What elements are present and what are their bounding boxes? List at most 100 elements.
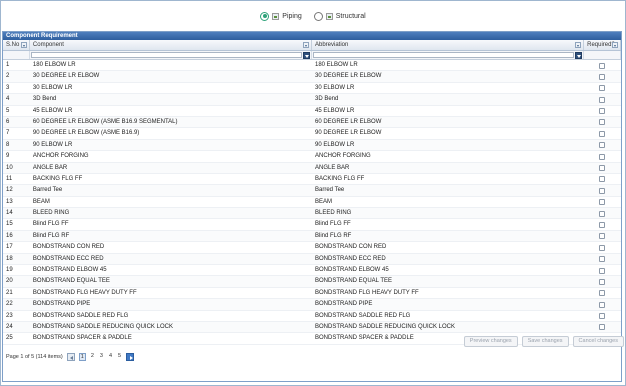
pager: Page 1 of 5 (114 items) 12345 xyxy=(3,352,621,362)
cell-abbreviation: BONDSTRAND SADDLE REDUCING QUICK LOCK xyxy=(315,323,456,330)
page-number-link[interactable]: 5 xyxy=(117,353,122,361)
required-checkbox[interactable] xyxy=(599,119,606,126)
filter-icon[interactable] xyxy=(303,52,310,59)
required-checkbox[interactable] xyxy=(599,130,606,137)
page-number-link[interactable]: 2 xyxy=(90,353,95,361)
table-row[interactable]: 6 60 DEGREE LR ELBOW (ASME B16.9 SEGMENTA… xyxy=(3,116,621,129)
cell-component: 3D Bend xyxy=(32,96,57,103)
chevron-down-icon[interactable] xyxy=(575,42,582,48)
cell-abbreviation: Barred Tee xyxy=(315,187,345,194)
table-row[interactable]: 17 BONDSTRAND CON RED BONDSTRAND CON RED xyxy=(3,242,621,254)
save-changes-button[interactable]: Save changes xyxy=(521,336,569,347)
table-row[interactable]: 18 BONDSTRAND ECC RED BONDSTRAND ECC RED xyxy=(3,253,621,266)
required-checkbox[interactable] xyxy=(599,324,606,331)
table-row[interactable]: 11 BACKING FLG FF BACKING FLG FF xyxy=(3,174,621,186)
required-checkbox[interactable] xyxy=(599,62,606,69)
required-checkbox[interactable] xyxy=(599,73,606,80)
table-row[interactable]: 20 BONDSTRAND EQUAL TEE BONDSTRAND EQUAL T… xyxy=(3,276,621,288)
cell-abbreviation: BONDSTRAND EQUAL TEE xyxy=(315,278,393,285)
cell-sno: 12 xyxy=(6,187,13,194)
table-row[interactable]: 16 Blind FLG RF Blind FLG RF xyxy=(3,230,621,243)
required-checkbox[interactable] xyxy=(599,301,606,308)
next-page-icon[interactable] xyxy=(126,353,135,361)
required-checkbox[interactable] xyxy=(599,165,606,172)
table-row[interactable]: 14 BLEED RING BLEED RING xyxy=(3,208,621,220)
cell-sno: 13 xyxy=(6,198,13,205)
column-header-required[interactable]: Required? xyxy=(584,40,621,50)
cell-component: BONDSTRAND ECC RED xyxy=(32,255,104,262)
page-number-link[interactable]: 1 xyxy=(78,353,86,361)
component-filter-input[interactable] xyxy=(30,52,302,58)
cell-sno: 1 xyxy=(6,62,10,68)
required-checkbox[interactable] xyxy=(599,210,606,217)
grid-header: S.No Component Abbreviation Required? xyxy=(3,40,621,51)
required-checkbox[interactable] xyxy=(599,244,606,251)
table-row[interactable]: 24 BONDSTRAND SADDLE REDUCING QUICK LOCK B… xyxy=(3,321,621,334)
cancel-changes-button[interactable]: Cancel changes xyxy=(572,336,624,347)
required-checkbox[interactable] xyxy=(599,108,606,115)
filter-icon[interactable] xyxy=(575,52,583,59)
required-checkbox[interactable] xyxy=(599,176,606,183)
chevron-down-icon[interactable] xyxy=(303,42,309,48)
chevron-down-icon[interactable] xyxy=(20,42,27,48)
table-row[interactable]: 22 BONDSTRAND PIPE BONDSTRAND PIPE xyxy=(3,299,621,311)
required-checkbox[interactable] xyxy=(599,278,606,285)
filter-cell-component xyxy=(30,51,312,59)
table-row[interactable]: 12 Barred Tee Barred Tee xyxy=(3,185,621,197)
table-row[interactable]: 4 3D Bend 3D Bend xyxy=(3,94,621,106)
table-row[interactable]: 21 BONDSTRAND FLG HEAVY DUTY FF BONDSTRAND… xyxy=(3,288,621,300)
table-row[interactable]: 7 90 DEGREE LR ELBOW (ASME B16.9) 90 DEGRE… xyxy=(3,128,621,140)
column-header-sno[interactable]: S.No xyxy=(3,40,30,50)
cell-component: BLEED RING xyxy=(32,210,70,217)
mode-option-structural[interactable]: Structural xyxy=(313,11,366,21)
cell-sno: 16 xyxy=(6,232,13,239)
required-checkbox[interactable] xyxy=(599,256,606,263)
cell-component: BONDSTRAND FLG HEAVY DUTY FF xyxy=(32,289,137,296)
cell-component: 45 ELBOW LR xyxy=(32,107,73,114)
column-header-abbreviation[interactable]: Abbreviation xyxy=(312,40,585,50)
required-checkbox[interactable] xyxy=(599,153,606,160)
page-number-link[interactable]: 4 xyxy=(108,353,113,361)
cell-component: ANGLE BAR xyxy=(32,164,68,171)
required-checkbox[interactable] xyxy=(599,290,606,297)
radio-piping[interactable] xyxy=(260,11,270,21)
cell-sno: 24 xyxy=(6,323,13,330)
cell-abbreviation: BONDSTRAND SADDLE RED FLG xyxy=(315,312,411,319)
image-icon xyxy=(272,12,280,20)
required-checkbox[interactable] xyxy=(599,96,606,103)
component-requirement-panel: Component Requirement S.No Component Abb… xyxy=(2,31,622,382)
cell-sno: 14 xyxy=(6,210,13,217)
prev-page-icon[interactable] xyxy=(66,353,75,361)
mode-option-piping[interactable]: Piping xyxy=(260,11,302,21)
preview-changes-button[interactable]: Preview changes xyxy=(463,336,518,347)
column-header-component[interactable]: Component xyxy=(30,40,312,50)
radio-structural[interactable] xyxy=(313,11,323,21)
required-checkbox[interactable] xyxy=(599,313,606,320)
table-row[interactable]: 1 180 ELBOW LR 180 ELBOW LR xyxy=(3,60,621,72)
required-checkbox[interactable] xyxy=(599,267,606,274)
cell-component: BONDSTRAND SADDLE REDUCING QUICK LOCK xyxy=(32,323,173,330)
required-checkbox[interactable] xyxy=(599,187,606,194)
table-row[interactable]: 8 90 ELBOW LR 90 ELBOW LR xyxy=(3,139,621,152)
chevron-down-icon[interactable] xyxy=(612,42,618,48)
panel-title: Component Requirement xyxy=(3,32,621,40)
table-row[interactable]: 23 BONDSTRAND SADDLE RED FLG BONDSTRAND SA… xyxy=(3,311,621,322)
table-row[interactable]: 3 30 ELBOW LR 30 ELBOW LR xyxy=(3,83,621,95)
table-row[interactable]: 19 BONDSTRAND ELBOW 45 BONDSTRAND ELBOW 45 xyxy=(3,265,621,277)
required-checkbox[interactable] xyxy=(599,233,606,240)
required-checkbox[interactable] xyxy=(599,221,606,228)
abbreviation-filter-input[interactable] xyxy=(313,52,575,58)
table-row[interactable]: 9 ANCHOR FORGING ANCHOR FORGING xyxy=(3,151,621,163)
table-row[interactable]: 5 45 ELBOW LR 45 ELBOW LR xyxy=(3,106,621,117)
cell-required xyxy=(584,276,621,286)
required-checkbox[interactable] xyxy=(599,142,606,149)
table-row[interactable]: 10 ANGLE BAR ANGLE BAR xyxy=(3,162,621,174)
cell-required xyxy=(584,265,621,275)
required-checkbox[interactable] xyxy=(599,199,606,206)
table-row[interactable]: 2 30 DEGREE LR ELBOW 30 DEGREE LR ELBOW xyxy=(3,71,621,83)
column-sno-label: S.No xyxy=(6,42,20,48)
page-number-link[interactable]: 3 xyxy=(99,353,104,361)
table-row[interactable]: 15 Blind FLG FF Blind FLG FF xyxy=(3,219,621,231)
required-checkbox[interactable] xyxy=(599,85,606,92)
table-row[interactable]: 13 BEAM BEAM xyxy=(3,197,621,209)
